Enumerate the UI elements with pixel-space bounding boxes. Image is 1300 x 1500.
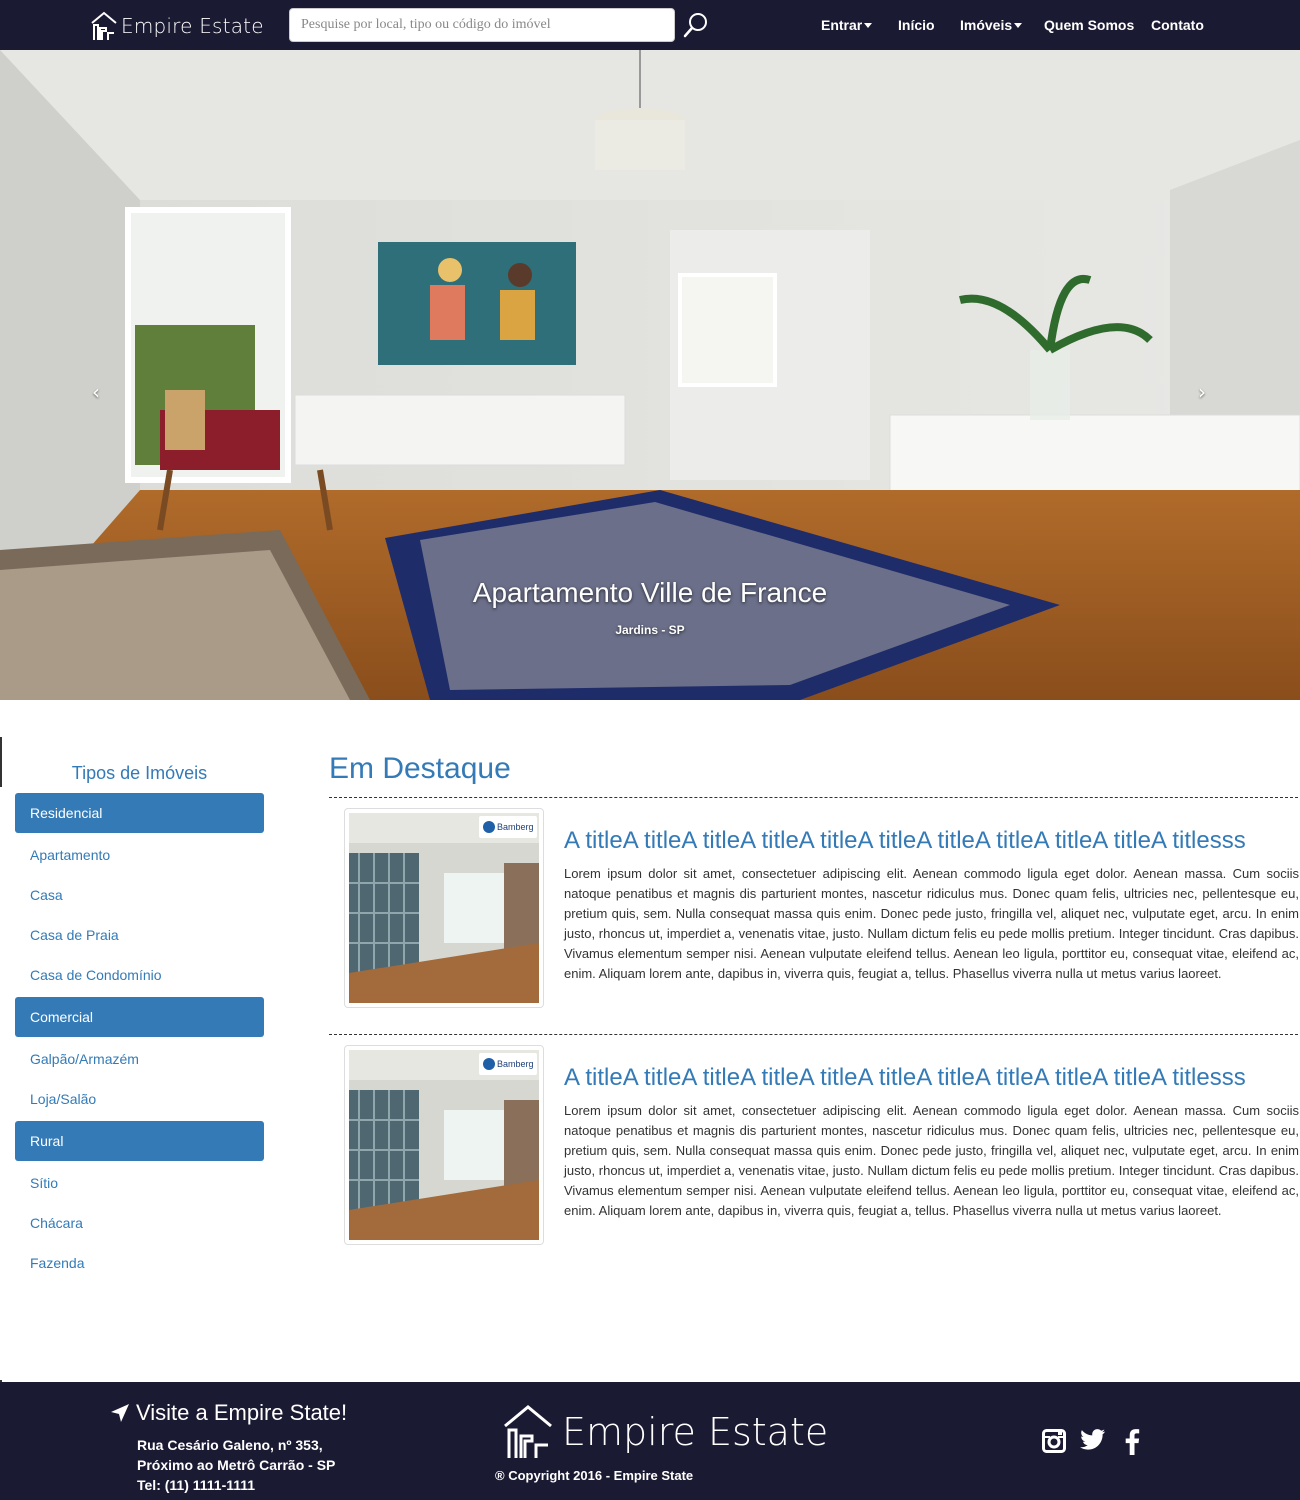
search-icon: [683, 13, 707, 38]
listing-description: Lorem ipsum dolor sit amet, consectetuer…: [564, 1103, 1299, 1218]
sidebar-item-house[interactable]: Casa: [30, 887, 63, 903]
sidebar-item-condo-house[interactable]: Casa de Condomínio: [30, 967, 162, 983]
search-button[interactable]: [682, 11, 710, 39]
sidebar-item-warehouse[interactable]: Galpão/Armazém: [30, 1051, 139, 1067]
listing-photo: Bamberg: [349, 813, 539, 1003]
listing-thumbnail[interactable]: Bamberg: [344, 1045, 544, 1245]
brand-logo-link[interactable]: Empire Estate: [90, 11, 264, 41]
footer-phone: Tel: (11) 1111-1111: [137, 1477, 256, 1493]
caret-down-icon: [864, 23, 873, 28]
watermark-label: Bamberg: [497, 1059, 534, 1069]
nav-properties-label: Imóveis: [960, 17, 1013, 33]
nav-contact[interactable]: Contato: [1151, 17, 1204, 33]
building-logo-icon: [91, 11, 117, 40]
nav-home[interactable]: Início: [898, 17, 935, 33]
listing-photo: Bamberg: [349, 1050, 539, 1240]
footer-address-line1: Rua Cesário Galeno, nº 353,: [137, 1437, 323, 1453]
sidebar-category-residential[interactable]: Residencial: [15, 793, 264, 833]
building-logo-icon: [504, 1405, 552, 1458]
sidebar-category-rural[interactable]: Rural: [15, 1121, 264, 1161]
footer-address-line2: Próximo ao Metrô Carrão - SP: [137, 1457, 336, 1473]
footer-visit-label: Visite a Empire State!: [136, 1400, 348, 1425]
footer-brand-name: Empire Estate: [562, 1410, 829, 1454]
divider: [329, 1034, 1298, 1035]
listing-title[interactable]: A titleA titleA titleA titleA titleA tit…: [564, 827, 1300, 855]
nav-login-label: Entrar: [821, 17, 863, 33]
sidebar-category-commercial[interactable]: Comercial: [15, 997, 264, 1037]
nav-properties[interactable]: Imóveis: [960, 17, 1023, 33]
sidebar-title: Tipos de Imóveis: [71, 763, 208, 783]
hero-carousel: ‹ › Apartamento Ville de France Jardins …: [0, 50, 1300, 700]
hero-title: Apartamento Ville de France: [472, 577, 828, 608]
location-arrow-icon: [111, 1404, 129, 1422]
search-input[interactable]: [289, 8, 675, 42]
featured-title: Em Destaque: [329, 752, 511, 785]
hero-location: Jardins - SP: [615, 623, 685, 637]
footer: Visite a Empire State! Rua Cesário Galen…: [0, 1382, 1300, 1500]
facebook-icon[interactable]: [1124, 1429, 1140, 1455]
instagram-icon[interactable]: [1042, 1429, 1066, 1453]
copyright: ® Copyright 2016 - Empire State: [495, 1468, 694, 1483]
brand-name: Empire Estate: [121, 14, 264, 38]
sidebar-item-apartment[interactable]: Apartamento: [30, 847, 110, 863]
nav-login[interactable]: Entrar: [821, 17, 873, 33]
sidebar-item-farm[interactable]: Fazenda: [30, 1255, 84, 1271]
sidebar-item-farmstead[interactable]: Chácara: [30, 1215, 83, 1231]
footer-brand: Empire Estate: [502, 1404, 828, 1460]
listing-description: Lorem ipsum dolor sit amet, consectetuer…: [564, 866, 1299, 981]
watermark-label: Bamberg: [497, 822, 534, 832]
footer-visit-heading: Visite a Empire State!: [110, 1400, 347, 1426]
listing-thumbnail[interactable]: Bamberg: [344, 808, 544, 1008]
nav-about[interactable]: Quem Somos: [1044, 17, 1134, 33]
twitter-icon[interactable]: [1080, 1429, 1106, 1451]
sidebar-item-smallholding[interactable]: Sítio: [30, 1175, 58, 1191]
listing-title[interactable]: A titleA titleA titleA titleA titleA tit…: [564, 1064, 1300, 1092]
carousel-next-icon[interactable]: ›: [1198, 380, 1206, 404]
top-navbar: Empire Estate Entrar Início Imóveis Quem…: [0, 0, 1300, 50]
caret-down-icon: [1014, 23, 1023, 28]
divider: [329, 797, 1298, 798]
sidebar-item-beach-house[interactable]: Casa de Praia: [30, 927, 119, 943]
carousel-prev-icon[interactable]: ‹: [92, 380, 100, 404]
sidebar-divider: [0, 737, 2, 787]
sidebar-item-store[interactable]: Loja/Salão: [30, 1091, 96, 1107]
